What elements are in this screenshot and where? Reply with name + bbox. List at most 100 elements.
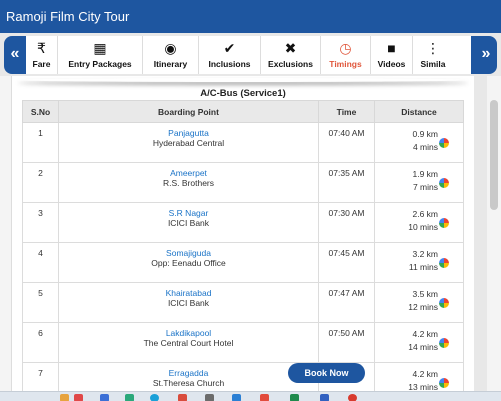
stop-name-link[interactable]: Panjagutta [59,128,318,138]
stop-address: St.Theresa Church [152,378,225,388]
stop-name-link[interactable]: S.R Nagar [59,208,318,218]
tab-label: Simila [420,59,446,69]
tab-fare[interactable]: ₹ Fare [26,36,58,74]
tab-label: Entry Packages [68,59,132,69]
row-time: 07:47 AM [318,282,375,323]
stop-name-link[interactable]: Somajiguda [59,248,318,258]
table-row: 3 S.R Nagar ICICI Bank 07:30 AM 2.6 km 1… [22,202,464,243]
tab-strip: ₹ Fare ▦ Entry Packages ◉ Itinerary ✔ In… [26,36,471,74]
duration-value: 4 mins [412,142,438,152]
tab-label: Videos [377,59,406,69]
tab-timings[interactable]: ◷ Timings [321,36,371,74]
boarding-point-cell: Ameerpet R.S. Brothers [58,162,319,203]
eye-icon: ◉ [164,40,177,56]
header-sno: S.No [22,100,59,123]
app-icon[interactable] [320,394,329,401]
row-sno: 6 [22,322,59,363]
tab-entry-packages[interactable]: ▦ Entry Packages [58,36,143,74]
stop-address: R.S. Brothers [162,178,215,188]
more-vertical-icon: ⋮ [426,40,440,56]
boarding-point-cell: Somajiguda Opp: Eenadu Office [58,242,319,283]
table-row: 6 Lakdikapool The Central Court Hotel 07… [22,322,464,363]
browser-icon[interactable] [150,394,159,401]
scroll-right-arrow-icon[interactable]: » [477,36,495,74]
section-divider [18,78,468,82]
tab-similar[interactable]: ⋮ Simila [413,36,453,74]
boarding-point-cell: S.R Nagar ICICI Bank [58,202,319,243]
duration-value: 14 mins [408,342,438,352]
table-row: 5 Khairatabad ICICI Bank 07:47 AM 3.5 km… [22,282,464,323]
scrollbar-thumb[interactable] [490,100,498,210]
distance-cell: 1.9 km 7 mins [374,162,464,203]
app-icon[interactable] [260,394,269,401]
app-title: Ramoji Film City Tour [6,9,130,24]
vertical-scrollbar[interactable] [487,76,501,401]
distance-value: 4.2 km [412,369,438,379]
duration-value: 10 mins [408,222,438,232]
row-sno: 3 [22,202,59,243]
stop-name-link[interactable]: Lakdikapool [59,328,318,338]
distance-value: 4.2 km [412,329,438,339]
table-row: 4 Somajiguda Opp: Eenadu Office 07:45 AM… [22,242,464,283]
map-directions-icon[interactable] [439,378,449,388]
stop-name-link[interactable]: Erragadda [59,368,318,378]
row-time: 07:45 AM [318,242,375,283]
table-header-row: S.No Boarding Point Time Distance [22,100,464,123]
map-directions-icon[interactable] [439,178,449,188]
tab-label: Timings [329,59,362,69]
tab-label: Itinerary [153,59,188,69]
boarding-points-table: S.No Boarding Point Time Distance 1 Panj… [22,100,464,401]
distance-cell: 3.2 km 11 mins [374,242,464,283]
tab-navigation: « ₹ Fare ▦ Entry Packages ◉ Itinerary ✔ … [4,36,497,74]
app-icon[interactable] [290,394,299,401]
app-icon[interactable] [74,394,83,401]
app-header: Ramoji Film City Tour [0,0,501,33]
app-icon[interactable] [205,394,214,401]
row-sno: 5 [22,282,59,323]
header-boarding-point: Boarding Point [58,100,319,123]
stop-name-link[interactable]: Ameerpet [59,168,318,178]
boarding-point-cell: Khairatabad ICICI Bank [58,282,319,323]
folder-icon[interactable] [60,394,69,401]
map-directions-icon[interactable] [439,218,449,228]
map-directions-icon[interactable] [439,298,449,308]
row-time: 07:35 AM [318,162,375,203]
distance-value: 3.5 km [412,289,438,299]
grid-icon: ▦ [93,40,107,56]
browser-icon[interactable] [348,394,357,401]
row-sno: 2 [22,162,59,203]
check-icon: ✔ [223,40,236,56]
stop-name-link[interactable]: Khairatabad [59,288,318,298]
stop-address: Hyderabad Central [152,138,225,148]
app-icon[interactable] [125,394,134,401]
duration-value: 11 mins [408,262,438,272]
duration-value: 12 mins [408,302,438,312]
distance-cell: 2.6 km 10 mins [374,202,464,243]
tab-exclusions[interactable]: ✖ Exclusions [261,36,321,74]
distance-value: 2.6 km [412,209,438,219]
map-directions-icon[interactable] [439,258,449,268]
tab-itinerary[interactable]: ◉ Itinerary [143,36,199,74]
map-directions-icon[interactable] [439,338,449,348]
distance-value: 1.9 km [412,169,438,179]
os-taskbar [0,391,501,401]
tab-videos[interactable]: ■ Videos [371,36,413,74]
app-icon[interactable] [178,394,187,401]
clock-icon: ◷ [339,40,352,56]
distance-cell: 3.5 km 12 mins [374,282,464,323]
row-time: 07:30 AM [318,202,375,243]
app-icon[interactable] [232,394,241,401]
distance-cell: 4.2 km 14 mins [374,322,464,363]
table-row: 2 Ameerpet R.S. Brothers 07:35 AM 1.9 km… [22,162,464,203]
header-time: Time [318,100,375,123]
tab-label: Inclusions [208,59,251,69]
stop-address: Opp: Eenadu Office [151,258,226,268]
tab-inclusions[interactable]: ✔ Inclusions [199,36,261,74]
tab-label: Exclusions [268,59,313,69]
boarding-point-cell: Lakdikapool The Central Court Hotel [58,322,319,363]
book-now-button[interactable]: Book Now [288,363,365,383]
app-icon[interactable] [100,394,109,401]
timings-panel: A/C-Bus (Service1) S.No Boarding Point T… [12,76,474,401]
map-directions-icon[interactable] [439,138,449,148]
scroll-left-arrow-icon[interactable]: « [6,36,24,74]
